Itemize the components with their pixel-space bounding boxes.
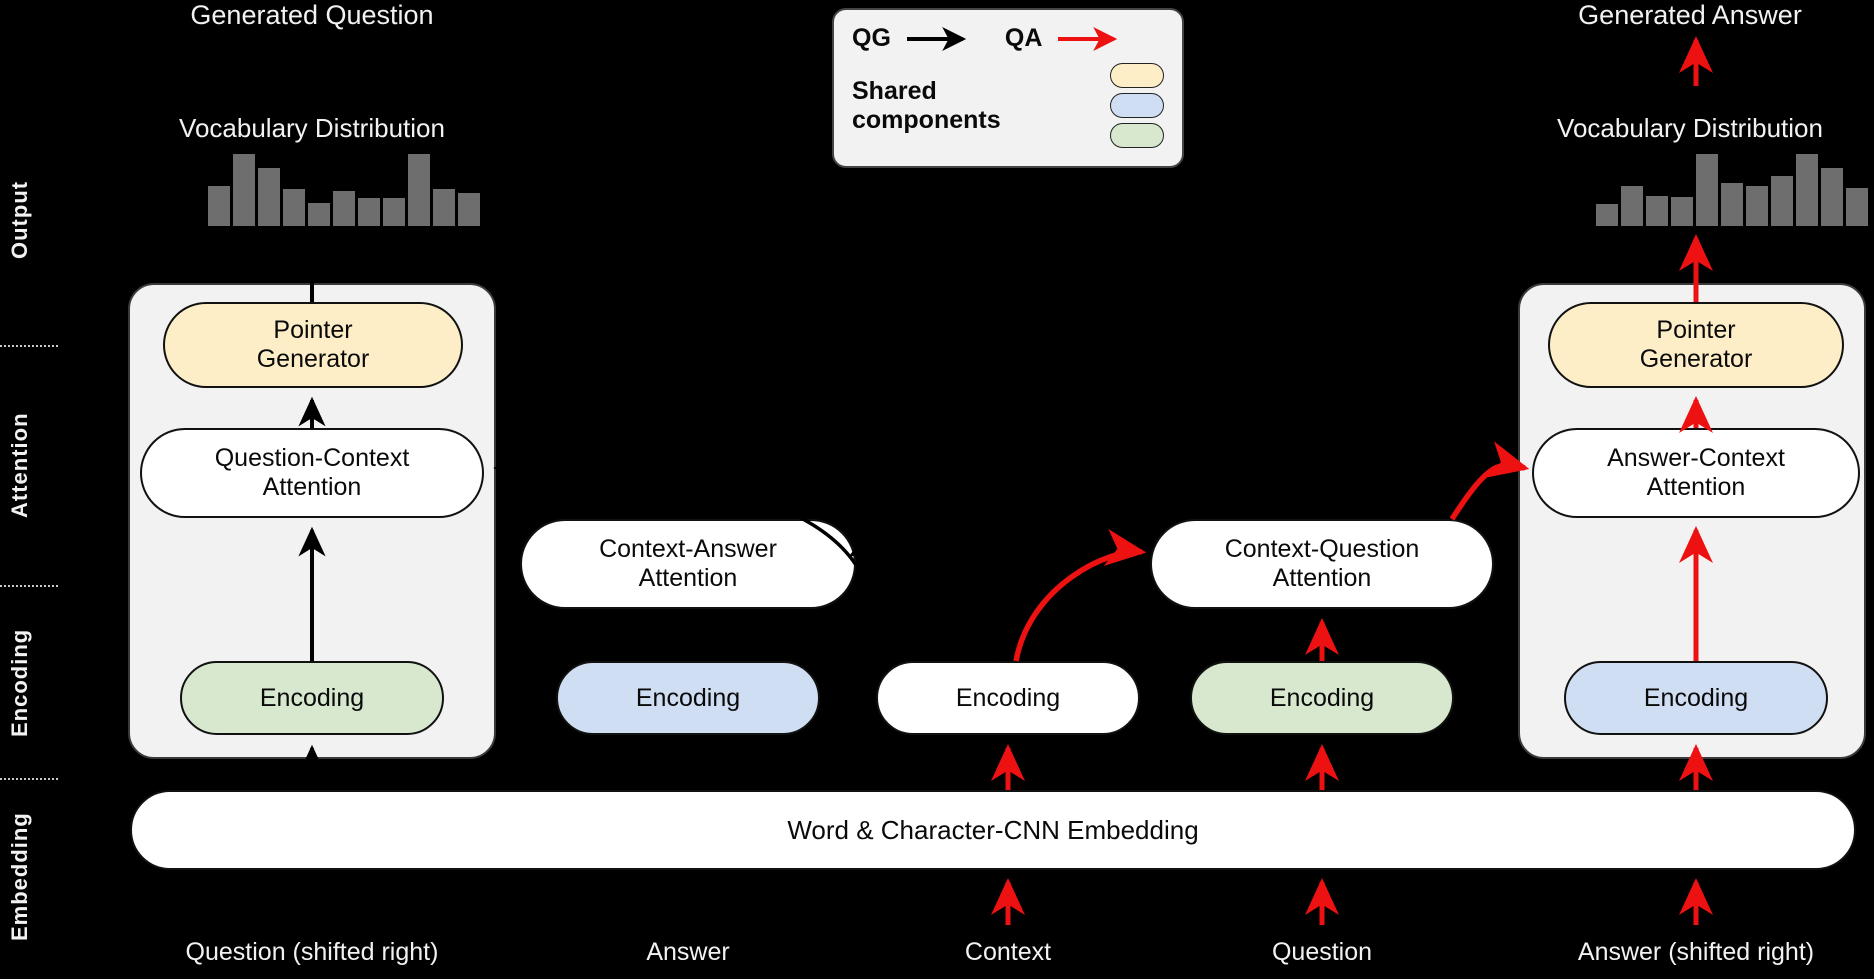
context-question-attention-line1: Context-Question	[1224, 535, 1420, 564]
vocabulary-distribution-right-label: Vocabulary Distribution	[1557, 113, 1823, 143]
generated-question-label: Generated Question	[190, 0, 434, 30]
legend-swatch-green	[1110, 123, 1164, 148]
encoding-answer[interactable]: Encoding	[556, 661, 820, 735]
pointer-generator-right-line2: Generator	[1639, 345, 1753, 373]
stage-label-encoding: Encoding	[7, 628, 32, 737]
context-question-attention-line2: Attention	[1272, 564, 1372, 592]
histogram-bar	[233, 154, 255, 226]
question-context-attention-line2: Attention	[262, 473, 362, 501]
input-label-question-shifted: Question (shifted right)	[185, 938, 439, 966]
encoding-answer-shifted[interactable]: Encoding	[1564, 661, 1828, 735]
input-label-question: Question	[1271, 938, 1373, 966]
histogram-bar	[1721, 183, 1743, 226]
pointer-generator-left[interactable]: Pointer Generator	[163, 302, 463, 388]
vocabulary-histogram-left	[208, 146, 480, 226]
histogram-bar	[1621, 186, 1643, 226]
encoding-context[interactable]: Encoding	[876, 661, 1140, 735]
histogram-bar	[458, 193, 480, 226]
question-context-attention-line1: Question-Context	[214, 444, 410, 473]
histogram-bar	[1821, 168, 1843, 226]
vocabulary-distribution-left-label: Vocabulary Distribution	[179, 113, 445, 143]
arrow-context-to-context-question-attention	[1013, 528, 1147, 662]
legend-swatch-blue	[1110, 93, 1164, 118]
question-context-attention[interactable]: Question-Context Attention	[140, 428, 484, 518]
qa-arrow-icon	[1058, 26, 1118, 51]
architecture-diagram: Output Attention Encoding Embedding Gene…	[0, 0, 1874, 979]
context-answer-attention-line1: Context-Answer	[599, 535, 777, 564]
histogram-bar	[1646, 196, 1668, 226]
stage-divider-2	[0, 585, 58, 587]
encoding-question[interactable]: Encoding	[1190, 661, 1454, 735]
legend-arrow-row: QG QA	[852, 24, 1164, 53]
pointer-generator-left-line2: Generator	[256, 345, 370, 373]
histogram-bar	[433, 189, 455, 226]
context-answer-attention[interactable]: Context-Answer Attention	[520, 519, 856, 609]
legend-swatch-yellow	[1110, 63, 1164, 88]
histogram-bar	[1846, 188, 1868, 226]
stage-divider-1	[0, 345, 58, 347]
pointer-generator-right-line1: Pointer	[1656, 316, 1736, 345]
legend-shared-line2: components	[852, 105, 1001, 134]
histogram-bar	[258, 168, 280, 226]
histogram-bar	[1746, 186, 1768, 226]
encoding-question-shifted[interactable]: Encoding	[180, 661, 444, 735]
histogram-bar	[1796, 154, 1818, 226]
histogram-bar	[408, 154, 430, 226]
histogram-bar	[208, 186, 230, 226]
stage-divider-3	[0, 778, 58, 780]
legend-qa-label: QA	[1004, 24, 1043, 52]
legend-swatch-stack	[1110, 63, 1164, 148]
answer-context-attention[interactable]: Answer-Context Attention	[1532, 428, 1860, 518]
input-label-context: Context	[964, 938, 1052, 966]
histogram-bar	[358, 198, 380, 226]
legend-shared-row: Shared components	[852, 63, 1164, 148]
qg-arrow-icon	[906, 26, 967, 51]
histogram-bar	[1771, 176, 1793, 226]
pointer-generator-right[interactable]: Pointer Generator	[1548, 302, 1844, 388]
histogram-bar	[1696, 154, 1718, 226]
histogram-bar	[1671, 197, 1693, 226]
word-char-cnn-embedding[interactable]: Word & Character-CNN Embedding	[130, 790, 1856, 870]
histogram-bar	[383, 198, 405, 226]
vocabulary-histogram-right	[1596, 146, 1868, 226]
context-answer-attention-line2: Attention	[638, 564, 738, 592]
legend-shared-components-label: Shared components	[852, 77, 1001, 135]
arrow-context-question-to-answer-context-attention	[1449, 441, 1530, 521]
generated-answer-label: Generated Answer	[1578, 0, 1802, 30]
legend-qg-label: QG	[852, 24, 891, 52]
answer-context-attention-line2: Attention	[1646, 473, 1746, 501]
histogram-bar	[1596, 204, 1618, 226]
arrow-context-to-context-answer-attention	[847, 534, 1002, 662]
histogram-bar	[333, 191, 355, 226]
context-question-attention[interactable]: Context-Question Attention	[1150, 519, 1494, 609]
stage-label-attention: Attention	[7, 412, 32, 518]
answer-context-attention-line1: Answer-Context	[1607, 444, 1785, 473]
legend-shared-line1: Shared	[852, 76, 937, 105]
histogram-bar	[283, 189, 305, 226]
input-label-answer: Answer	[646, 938, 730, 966]
stage-label-embedding: Embedding	[7, 812, 32, 942]
input-label-answer-shifted: Answer (shifted right)	[1577, 938, 1815, 966]
pointer-generator-left-line1: Pointer	[273, 316, 353, 345]
legend-box: QG QA Shared components	[832, 8, 1184, 168]
stage-label-output: Output	[7, 180, 32, 260]
histogram-bar	[308, 203, 330, 226]
